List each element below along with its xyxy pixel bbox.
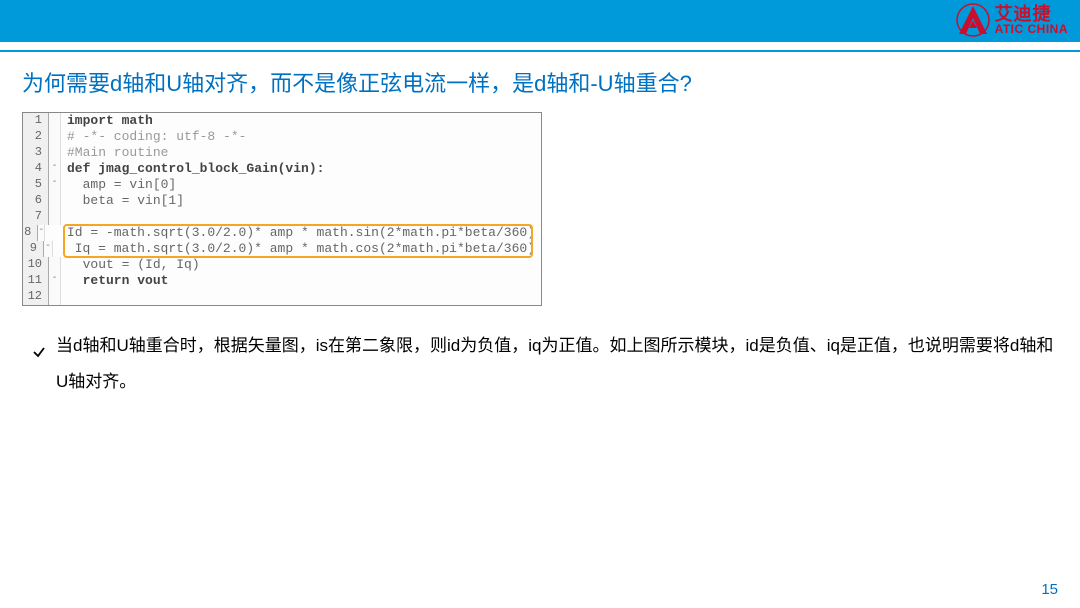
logo-en: ATIC CHINA — [995, 23, 1068, 35]
fold-marker — [49, 209, 61, 225]
logo-text: 艾迪捷 ATIC CHINA — [995, 5, 1068, 35]
line-number: 4 — [23, 161, 49, 177]
line-number: 7 — [23, 209, 49, 225]
check-icon — [32, 336, 46, 372]
bullet-text: 当d轴和U轴重合时，根据矢量图，is在第二象限，则id为负值，iq为正值。如上图… — [56, 328, 1058, 399]
code-line: 6 beta = vin[1] — [23, 193, 541, 209]
code-text: Id = -math.sqrt(3.0/2.0)* amp * math.sin… — [45, 225, 541, 241]
code-text — [61, 209, 541, 225]
code-text: return vout — [61, 273, 541, 289]
line-number: 1 — [23, 113, 49, 129]
code-text: vout = (Id, Iq) — [61, 257, 541, 273]
line-number: 12 — [23, 289, 49, 305]
code-line: 8- Id = -math.sqrt(3.0/2.0)* amp * math.… — [23, 225, 541, 241]
bullet-item: 当d轴和U轴重合时，根据矢量图，is在第二象限，则id为负值，iq为正值。如上图… — [32, 328, 1058, 399]
line-number: 3 — [23, 145, 49, 161]
code-text: Iq = math.sqrt(3.0/2.0)* amp * math.cos(… — [53, 241, 541, 257]
code-line: 1 import math — [23, 113, 541, 129]
code-text — [61, 289, 541, 305]
line-number: 10 — [23, 257, 49, 273]
content: 为何需要d轴和U轴对齐，而不是像正弦电流一样，是d轴和-U轴重合? 1 impor… — [0, 52, 1080, 399]
line-number: 8 — [23, 225, 38, 241]
line-number: 11 — [23, 273, 49, 289]
slide-title: 为何需要d轴和U轴对齐，而不是像正弦电流一样，是d轴和-U轴重合? — [22, 66, 1058, 98]
code-line: 7 — [23, 209, 541, 225]
code-text: amp = vin[0] — [61, 177, 541, 193]
fold-marker — [49, 289, 61, 305]
fold-marker — [49, 145, 61, 161]
fold-marker — [49, 129, 61, 145]
line-number: 6 — [23, 193, 49, 209]
code-line: 11- return vout — [23, 273, 541, 289]
code-text: # -*- coding: utf-8 -*- — [61, 129, 541, 145]
fold-marker — [49, 113, 61, 129]
fold-marker: - — [38, 225, 45, 241]
code-block: 1 import math 2 # -*- coding: utf-8 -*- 3 #Ma… — [22, 112, 542, 306]
code-line: 2 # -*- coding: utf-8 -*- — [23, 129, 541, 145]
fold-marker: - — [44, 241, 53, 257]
line-number: 2 — [23, 129, 49, 145]
logo-icon — [955, 2, 991, 38]
code-line: 9- Iq = math.sqrt(3.0/2.0)* amp * math.c… — [23, 241, 541, 257]
code-text: import math — [61, 113, 541, 129]
bullet-section: 当d轴和U轴重合时，根据矢量图，is在第二象限，则id为负值，iq为正值。如上图… — [22, 328, 1058, 399]
code-line: 3 #Main routine — [23, 145, 541, 161]
fold-marker: - — [49, 273, 61, 289]
page-number: 15 — [1041, 581, 1058, 598]
fold-marker: - — [49, 161, 61, 177]
line-number: 5 — [23, 177, 49, 193]
code-line: 4-def jmag_control_block_Gain(vin): — [23, 161, 541, 177]
code-line: 5- amp = vin[0] — [23, 177, 541, 193]
line-number: 9 — [23, 241, 44, 257]
fold-marker — [49, 257, 61, 273]
code-text: def jmag_control_block_Gain(vin): — [61, 161, 541, 177]
logo-cn: 艾迪捷 — [995, 5, 1068, 23]
fold-marker — [49, 193, 61, 209]
code-text: #Main routine — [61, 145, 541, 161]
fold-marker: - — [49, 177, 61, 193]
code-line: 10 vout = (Id, Iq) — [23, 257, 541, 273]
logo: 艾迪捷 ATIC CHINA — [955, 2, 1068, 38]
code-text: beta = vin[1] — [61, 193, 541, 209]
code-line: 12 — [23, 289, 541, 305]
header-bar: 艾迪捷 ATIC CHINA — [0, 0, 1080, 42]
